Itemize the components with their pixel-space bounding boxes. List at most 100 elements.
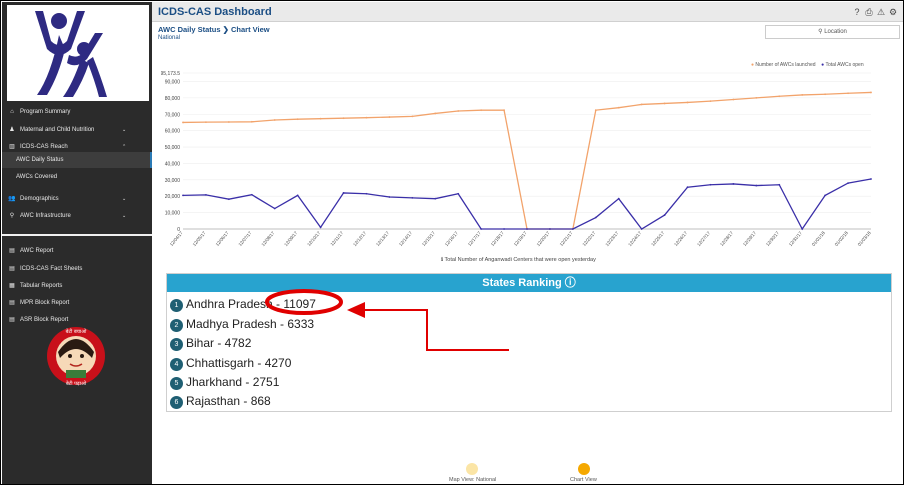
x-tick-label: 12/20/17 (536, 230, 551, 247)
x-tick-label: 12/07/17 (237, 230, 252, 247)
x-tick-label: 01/02/18 (834, 230, 849, 247)
data-point (686, 186, 689, 189)
breadcrumb-section[interactable]: AWC Daily Status (158, 25, 221, 34)
badge-top-text: बेटी बचाओ (66, 328, 88, 335)
x-tick-label: 12/28/17 (719, 230, 734, 247)
report-icon: ▤ (9, 248, 15, 254)
breadcrumb-separator: ❯ (222, 25, 229, 34)
data-point (273, 119, 276, 121)
data-point (824, 93, 827, 96)
ranking-row: 6 Rajasthan - 868 (170, 392, 271, 410)
location-button[interactable]: ⚲ Location (765, 25, 900, 39)
rank-badge: 6 (170, 396, 183, 409)
data-point (847, 92, 849, 95)
y-tick-label: 90,000 (165, 79, 181, 85)
y-tick-label: 30,000 (165, 178, 181, 184)
legend-item-open[interactable]: ● Total AWCs open (821, 62, 864, 68)
top-header: ICDS-CAS Dashboard ? ⎙ ⚠ ⚙ (152, 2, 903, 22)
x-tick-label: 12/15/17 (421, 230, 436, 247)
x-tick-label: 12/11/17 (329, 230, 344, 247)
chart-view-label: Chart View (570, 477, 597, 483)
states-ranking-header: States Ranking ⓘ (167, 274, 891, 292)
x-tick-label: 01/01/18 (811, 230, 826, 247)
gear-icon[interactable]: ⚙ (888, 7, 898, 17)
info-icon[interactable]: ⓘ (565, 277, 576, 289)
data-point (549, 228, 551, 230)
x-tick-label: 12/06/17 (215, 230, 230, 247)
data-point (755, 184, 758, 187)
data-point (342, 192, 345, 194)
y-tick-label: 95,173.5 (161, 71, 180, 77)
data-point (250, 193, 253, 196)
series-line-1 (182, 178, 872, 231)
info-icon: ℹ (441, 257, 444, 263)
data-point (205, 121, 207, 124)
rank-badge: 5 (170, 377, 183, 390)
data-point (434, 197, 437, 200)
sidebar-item-tabular-reports[interactable]: ▦ Tabular Reports (2, 278, 152, 294)
sidebar-item-awcs-covered[interactable]: AWCs Covered (2, 169, 152, 185)
data-point (411, 115, 414, 118)
app-window: ⌂ Program Summary ♟ Maternal and Child N… (0, 0, 904, 485)
sidebar-item-awc-infrastructure[interactable]: ⚲ AWC Infrastructure ⌄ (2, 208, 152, 224)
ranking-row: 1 Andhra Pradesh - 11097 (170, 295, 316, 313)
child-icon: ♟ (9, 127, 15, 133)
x-tick-label: 12/08/17 (260, 230, 275, 247)
x-tick-label: 12/31/17 (788, 230, 803, 247)
data-point (319, 226, 322, 229)
y-tick-label: 80,000 (165, 96, 181, 102)
y-tick-label: 70,000 (165, 112, 181, 118)
ranking-row: 4 Chhattisgarh - 4270 (170, 354, 291, 372)
data-point (182, 194, 184, 197)
breadcrumb: AWC Daily Status ❯ Chart View (158, 25, 270, 34)
x-tick-label: 12/09/17 (283, 230, 298, 247)
data-point (388, 116, 391, 118)
page-title: ICDS-CAS Dashboard (158, 6, 272, 18)
states-ranking-panel: States Ranking ⓘ 1 Andhra Pradesh - 11097… (166, 273, 892, 412)
x-tick-label: 12/27/17 (696, 230, 711, 247)
chevron-down-icon: ⌄ (122, 196, 127, 202)
data-point (617, 197, 620, 200)
data-point (778, 183, 781, 186)
y-tick-label: 40,000 (165, 161, 181, 167)
sidebar-item-demographics[interactable]: 👥 Demographics ⌄ (2, 191, 152, 207)
y-tick-label: 20,000 (165, 194, 181, 200)
sidebar-item-fact-sheets[interactable]: ▤ ICDS-CAS Fact Sheets (2, 261, 152, 277)
data-point (709, 183, 712, 186)
data-point (273, 207, 276, 210)
series-line-0 (182, 91, 872, 230)
x-tick-label: 12/05/17 (192, 230, 207, 247)
chart-view-toggle[interactable] (578, 463, 590, 475)
chevron-down-icon: ⌄ (122, 127, 127, 133)
data-point (732, 98, 735, 101)
x-tick-label: 12/25/17 (650, 230, 665, 247)
help-icon[interactable]: ? (852, 7, 862, 17)
data-point (480, 109, 483, 112)
ranking-row-label: Madhya Pradesh - 6333 (186, 317, 315, 331)
sidebar-item-program-summary[interactable]: ⌂ Program Summary (2, 104, 152, 120)
beti-bachao-logo: बेटी बचाओ बेटी पढ़ाओ (46, 322, 106, 390)
sidebar-item-mpr-block-report[interactable]: ▤ MPR Block Report (2, 295, 152, 311)
x-tick-label: 12/12/17 (352, 230, 367, 247)
users-icon: 👥 (8, 196, 16, 202)
data-point (640, 103, 643, 106)
rank-badge: 4 (170, 358, 183, 371)
sidebar-item-maternal-child-nutrition[interactable]: ♟ Maternal and Child Nutrition ⌄ (2, 122, 152, 138)
sidebar-item-awc-report[interactable]: ▤ AWC Report (2, 243, 152, 259)
sidebar-item-awc-daily-status[interactable]: AWC Daily Status (2, 152, 152, 168)
legend-item-launched[interactable]: ● Number of AWCs launched (751, 62, 817, 68)
x-tick-label: 12/16/17 (444, 230, 459, 247)
print-icon[interactable]: ⎙ (864, 7, 874, 17)
data-point (503, 228, 505, 230)
data-point (640, 228, 643, 230)
data-point (434, 112, 437, 115)
x-tick-label: 01/03/18 (857, 230, 872, 247)
x-tick-label: 12/23/17 (604, 230, 619, 247)
map-view-toggle[interactable] (466, 463, 478, 475)
data-point (250, 120, 253, 123)
report-icon: ▤ (9, 317, 15, 323)
data-point (732, 183, 735, 185)
warning-icon[interactable]: ⚠ (876, 7, 886, 17)
data-point (227, 198, 230, 201)
icds-logo[interactable] (7, 5, 149, 101)
